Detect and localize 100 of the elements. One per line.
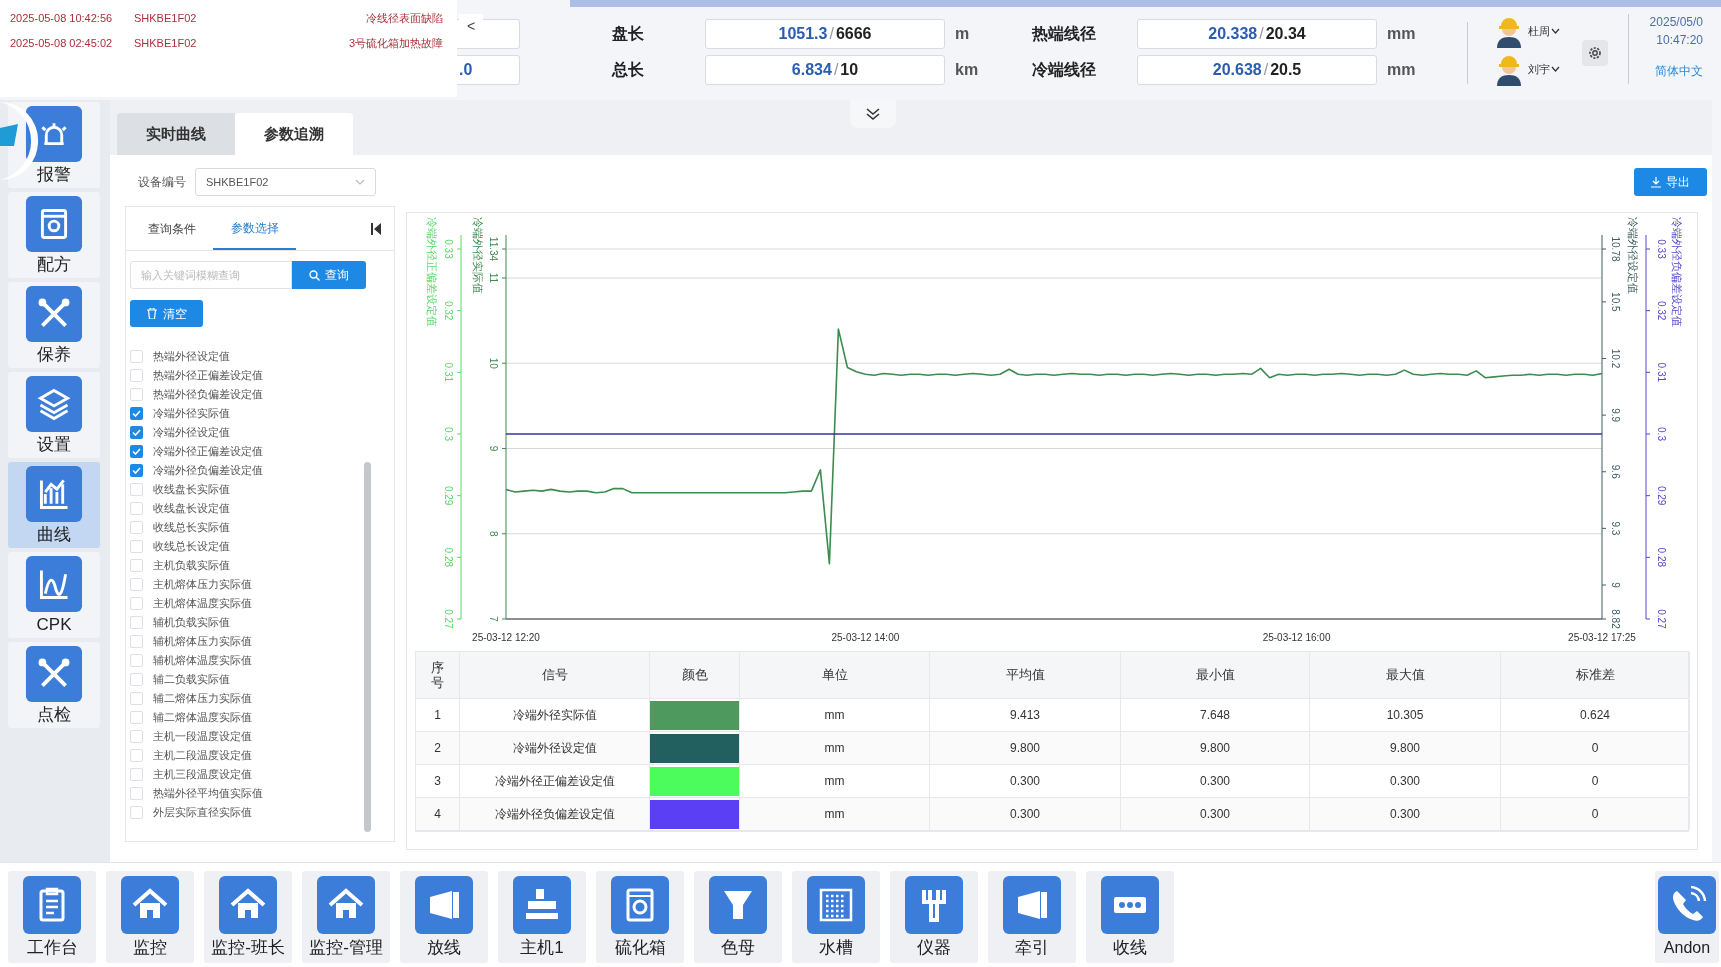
search-icon: [309, 269, 320, 281]
checkbox-label: 主机熔体压力实际值: [153, 577, 252, 593]
expand-button[interactable]: [850, 100, 896, 128]
checkbox[interactable]: [130, 654, 143, 667]
export-button[interactable]: 导出: [1634, 168, 1707, 196]
device-select[interactable]: SHKBE1F02: [195, 168, 376, 196]
nav-button[interactable]: 主机1: [498, 871, 586, 963]
table-cell-text: 0.300: [1390, 806, 1420, 823]
nav-button[interactable]: 监控: [106, 871, 194, 963]
checkbox[interactable]: [130, 806, 143, 819]
sidebar-item[interactable]: 曲线: [8, 462, 100, 548]
axis-tick-label: 0.3: [443, 427, 455, 441]
language-link[interactable]: 简体中文: [1655, 62, 1703, 80]
checkbox[interactable]: [130, 445, 143, 458]
checkbox[interactable]: [130, 559, 143, 572]
checkbox[interactable]: [130, 635, 143, 648]
scrollbar-thumb[interactable]: [364, 462, 371, 832]
phone-icon: [1657, 875, 1717, 935]
checkbox[interactable]: [130, 749, 143, 762]
checkbox[interactable]: [130, 768, 143, 781]
reel-icon: [414, 875, 474, 935]
washer-icon: [610, 875, 670, 935]
checkbox-label: 热端外径正偏差设定值: [153, 368, 263, 384]
checkbox-label: 收线盘长设定值: [153, 501, 230, 517]
double-chevron-down-icon: [865, 107, 881, 121]
user-menu[interactable]: 刘宇: [1528, 60, 1560, 78]
nav-button[interactable]: 仪器: [890, 871, 978, 963]
search-field[interactable]: 输入关键词模糊查询: [130, 261, 292, 289]
axis-title: 冷端外径实际值: [472, 217, 485, 294]
checkbox[interactable]: [130, 464, 143, 477]
tab[interactable]: 参数追溯: [235, 113, 353, 155]
nav-button[interactable]: 收线: [1086, 871, 1174, 963]
table-cell-text: 0.300: [1200, 773, 1230, 790]
checkbox[interactable]: [130, 711, 143, 724]
checkbox[interactable]: [130, 540, 143, 553]
checkbox[interactable]: [130, 502, 143, 515]
search-button[interactable]: 查询: [292, 261, 366, 289]
checkbox[interactable]: [130, 369, 143, 382]
date-text: 2025/05/0: [1649, 14, 1703, 31]
axis-tick-label: 9.6: [1610, 464, 1622, 479]
checkbox[interactable]: [130, 483, 143, 496]
settings-button[interactable]: [1582, 40, 1608, 66]
sidebar-item[interactable]: 设置: [8, 372, 100, 458]
checkbox[interactable]: [130, 407, 143, 420]
chart-icon: [25, 555, 83, 613]
table-cell-text: 冷端外径实际值: [512, 707, 597, 724]
checkbox[interactable]: [130, 578, 143, 591]
nav-button[interactable]: 放线: [400, 871, 488, 963]
checkbox[interactable]: [130, 787, 143, 800]
checkbox[interactable]: [130, 730, 143, 743]
checkbox-label: 冷端外径实际值: [153, 406, 230, 422]
checkbox[interactable]: [130, 616, 143, 629]
table-cell-text: mm: [824, 773, 845, 790]
tools-icon: [25, 645, 83, 703]
sidebar-item[interactable]: 配方: [8, 192, 100, 278]
axis-tick-label: 0.32: [443, 300, 455, 321]
axis-tick-label: 25-03-12 16:00: [1262, 632, 1331, 643]
sidebar-item[interactable]: CPK: [8, 552, 100, 638]
column-header: 颜色: [650, 652, 740, 698]
table-cell-text: 9.800: [1390, 740, 1420, 757]
nav-button[interactable]: 监控-管理: [302, 871, 390, 963]
checkbox[interactable]: [130, 350, 143, 363]
layers-icon: [25, 375, 83, 433]
sidebar-item[interactable]: 保养: [8, 282, 100, 368]
column-header: 平均值: [930, 652, 1121, 698]
table-cell-text: mm: [824, 740, 845, 757]
checkbox-label: 辅二负载实际值: [153, 672, 230, 688]
house-icon: [218, 875, 278, 935]
unit-label: mm: [1386, 24, 1417, 44]
checkbox[interactable]: [130, 597, 143, 610]
tab[interactable]: 实时曲线: [117, 113, 235, 155]
tab[interactable]: 查询条件: [130, 207, 213, 250]
checkbox-label: 辅二熔体温度实际值: [153, 710, 252, 726]
collapse-left-icon[interactable]: [371, 222, 382, 235]
checkbox[interactable]: [130, 388, 143, 401]
axis-tick-label: 9: [1610, 582, 1622, 588]
nav-button[interactable]: 硫化箱: [596, 871, 684, 963]
sidebar-item[interactable]: 报警: [8, 102, 100, 188]
nav-button[interactable]: 工作台: [8, 871, 96, 963]
checkbox[interactable]: [130, 521, 143, 534]
checkbox[interactable]: [130, 426, 143, 439]
checkbox-label: 辅机负载实际值: [153, 615, 230, 631]
checkbox[interactable]: [130, 692, 143, 705]
nav-button[interactable]: 监控-班长: [204, 871, 292, 963]
clipboard-icon: [22, 875, 82, 935]
checkbox-label: 外层实际直径实际值: [153, 805, 252, 821]
user-menu[interactable]: 杜周: [1528, 22, 1560, 40]
checkbox-label: 收线总长设定值: [153, 539, 230, 555]
sidebar-item[interactable]: 点检: [8, 642, 100, 728]
tab[interactable]: 参数选择: [213, 207, 296, 250]
checkbox-label: 热端外径负偏差设定值: [153, 387, 263, 403]
checkbox[interactable]: [130, 673, 143, 686]
clear-button[interactable]: 清空: [130, 300, 203, 327]
axis-tick-label: 0.33: [443, 239, 455, 259]
nav-button[interactable]: 牵引: [988, 871, 1076, 963]
nav-button[interactable]: 色母: [694, 871, 782, 963]
alert-message: 3号硫化箱加热故障: [348, 36, 443, 52]
nav-button[interactable]: 水槽: [792, 871, 880, 963]
tools-icon: [25, 285, 83, 343]
andon-button[interactable]: Andon: [1655, 871, 1719, 963]
